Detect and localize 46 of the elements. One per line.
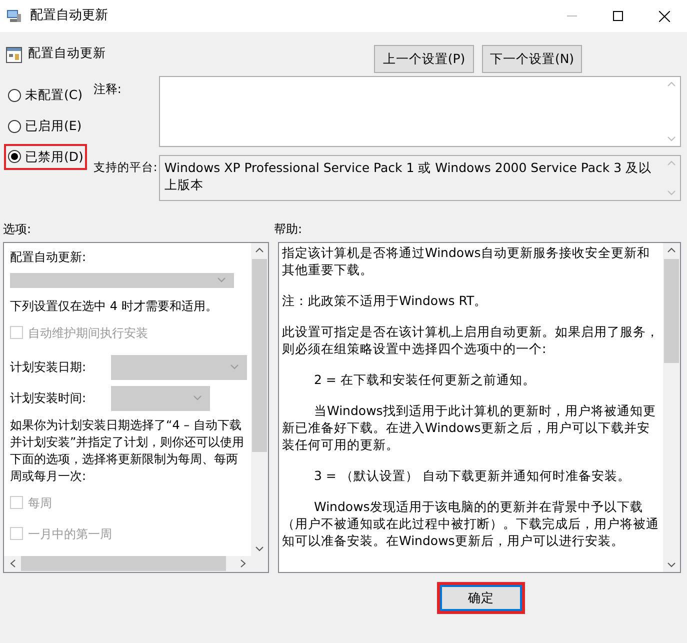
chevron-down-icon: [255, 546, 264, 552]
scroll-up-icon: [667, 160, 676, 166]
help-paragraph: 2 = 在下载和安装任何更新之前通知。: [313, 371, 536, 388]
help-paragraph: Windows发现适用于该电脑的的更新并在背景中予以下载（用户不被通知或在此过程中被打断）。下载完成后，用户将被通知可以准备安装。在Windows更新后，用户可以进行安装。: [282, 498, 659, 549]
settings-page-icon: [6, 47, 22, 63]
help-paragraph: 注：此政策不适用于Windows RT。: [282, 292, 488, 309]
scroll-up-icon: [255, 247, 264, 253]
chevron-down-icon: [667, 562, 676, 568]
option-text: 如果你为计划安装日期选择了“4 – 自动下载并计划安装”并指定了计划，则你还可以使用下面的选项，选择将更新限制为每周、每两周或每月一次:: [10, 416, 246, 485]
comment-label: 注释:: [92, 81, 122, 98]
nav-button[interactable]: 上一个设置(P): [374, 45, 474, 73]
nav-button[interactable]: 下一个设置(N): [482, 45, 582, 73]
field-label: 计划安装日期:: [10, 359, 88, 376]
scrollbar[interactable]: [663, 243, 680, 572]
chevron-down-icon: [230, 364, 239, 370]
scroll-left-icon: [10, 559, 16, 568]
chevron-down-icon: [217, 277, 226, 284]
option-text: 下列设置仅在选中 4 时才需要和适用。: [10, 298, 218, 315]
close-icon: [658, 10, 670, 22]
platform-text: Windows XP Professional Service Pack 1 或 Windows 2000 Service Pack 3 及以上版本: [163, 159, 652, 194]
help-paragraph: 3 = （默认设置） 自动下载更新并通知何时准备安装。: [313, 467, 632, 484]
scroll-up-icon: [667, 247, 676, 253]
chevron-down-icon: [193, 395, 202, 402]
ok-button[interactable]: 确定: [440, 585, 522, 611]
policy-title: 配置自动更新: [28, 44, 106, 62]
computer-icon: [6, 8, 22, 24]
options-label: 选项:: [2, 221, 32, 238]
chevron-down-icon: [667, 136, 676, 142]
radio-option[interactable]: 已启用(E): [4, 112, 86, 140]
help-paragraph: 此设置可指定是否在该计算机上启用自动更新。如果启用了服务，则必须在组策略设置中选择四个选项中的一个:: [282, 323, 659, 357]
chevron-down-icon: [667, 190, 676, 196]
scrollbar[interactable]: [251, 243, 268, 556]
scroll-right-icon: [240, 559, 246, 568]
radio-option[interactable]: 未配置(C): [4, 82, 86, 109]
help-label: 帮助:: [274, 221, 302, 238]
scroll-up-icon: [667, 81, 676, 87]
platform-label: 支持的平台:: [92, 159, 158, 176]
radio-option[interactable]: 已禁用(D): [4, 144, 88, 170]
help-paragraph: 当Windows找到适用于此计算机的更新时，用户将被通知更新已准备好下载。在进入Windows更新之后，用户可以下载并安装任何可用的更新。: [282, 402, 657, 453]
window-title: 配置自动更新: [30, 7, 108, 26]
field-label: 计划安装时间:: [10, 390, 88, 408]
horizontal-scrollbar[interactable]: [4, 556, 268, 572]
comment-field[interactable]: [159, 76, 681, 147]
help-paragraph: 指定该计算机是否将通过Windows自动更新服务接收安全更新和其他重要下载。: [282, 244, 651, 278]
field-label: 配置自动更新:: [10, 249, 88, 266]
maximize-icon: [613, 11, 623, 21]
